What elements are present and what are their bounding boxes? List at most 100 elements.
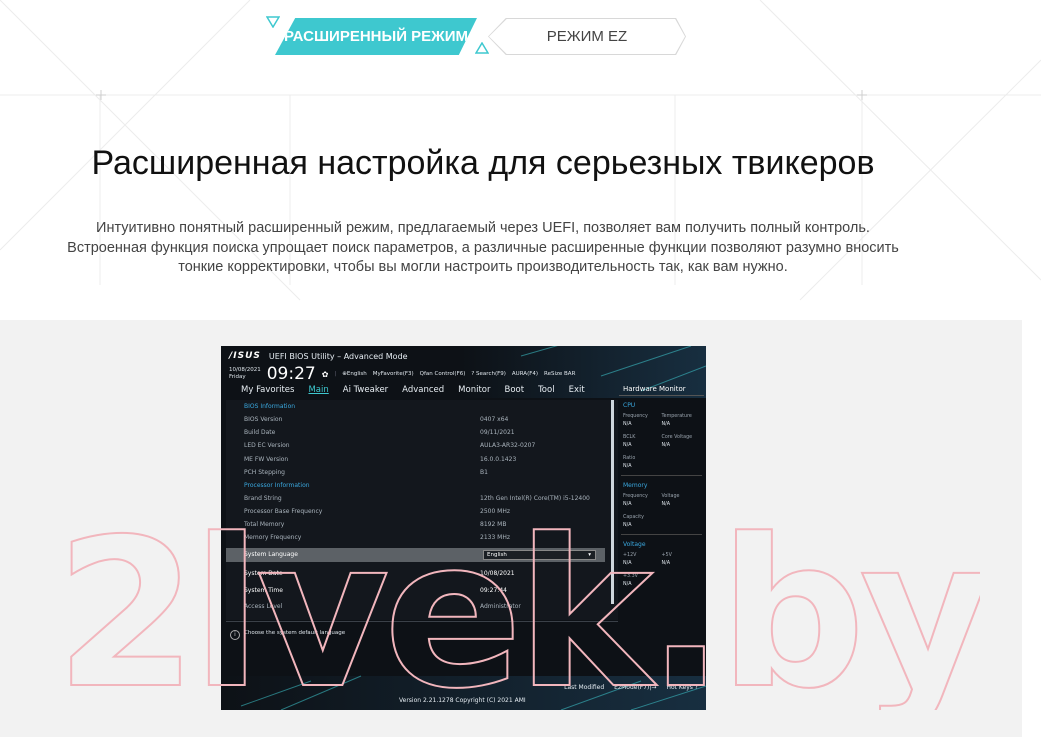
description-line: Интуитивно понятный расширенный режим, п…	[96, 220, 870, 236]
row-key: Memory Frequency	[244, 534, 302, 541]
menu-main[interactable]: Main	[308, 385, 328, 395]
row-value[interactable]: 10/08/2021	[480, 570, 515, 577]
row-key: BIOS Version	[244, 416, 283, 423]
menu-tool[interactable]: Tool	[538, 385, 555, 395]
hw-labels: Frequency Temperature	[619, 411, 704, 419]
triangle-decoration-icon	[266, 16, 280, 28]
hw-value: N/A	[623, 422, 632, 427]
hw-label: +12V	[623, 553, 637, 558]
row-key: System Date	[244, 570, 283, 577]
info-icon: i	[230, 630, 240, 640]
hw-section-cpu: CPU	[623, 402, 636, 409]
bios-row: BIOS Version 0407 x64	[244, 416, 616, 423]
hw-section-memory: Memory	[623, 482, 648, 489]
bios-weekday: Friday	[229, 374, 246, 380]
row-key: Brand String	[244, 495, 282, 502]
row-key: Access Level	[244, 603, 283, 610]
bios-footer-buttons: Last Modified EzMode(F7)|→ Hot Keys ?	[564, 684, 698, 691]
hw-labels: +3.3V	[619, 566, 704, 579]
bios-row: Build Date 09/11/2021	[244, 429, 616, 436]
hw-label: Frequency	[623, 414, 648, 419]
menu-monitor[interactable]: Monitor	[458, 385, 490, 395]
tab-advanced-label: РАСШИРЕННЫЙ РЕЖИМ	[284, 28, 468, 45]
system-date-row[interactable]: System Date 10/08/2021	[244, 570, 616, 577]
hw-label: Frequency	[623, 494, 648, 499]
bios-section-header: Processor Information	[244, 482, 616, 489]
row-value: 8192 MB	[480, 521, 507, 528]
hw-value: N/A	[623, 582, 632, 587]
bios-section-header: BIOS Information	[244, 403, 616, 410]
hw-label: Temperature	[661, 414, 692, 419]
bios-row: Brand String 12th Gen Intel(R) Core(TM) …	[244, 495, 616, 502]
hw-values: N/A	[619, 579, 704, 587]
gear-icon[interactable]: ✿	[322, 370, 329, 379]
menu-exit[interactable]: Exit	[569, 385, 585, 395]
description: Интуитивно понятный расширенный режим, п…	[0, 219, 966, 278]
bios-menu: My Favorites Main Ai Tweaker Advanced Mo…	[241, 385, 585, 395]
hw-values: N/A N/A	[619, 499, 704, 507]
hw-label: BCLK	[623, 435, 636, 440]
row-value: 12th Gen Intel(R) Core(TM) i5-12400	[480, 495, 590, 502]
hw-value: N/A	[623, 523, 632, 528]
tab-advanced-mode[interactable]: РАСШИРЕННЫЙ РЕЖИМ	[275, 18, 477, 55]
row-value: AULA3-AR32-0207	[480, 442, 536, 449]
myfavorite-button[interactable]: MyFavorite(F3)	[373, 371, 414, 377]
bios-row: ME FW Version 16.0.0.1423	[244, 456, 616, 463]
menu-ai-tweaker[interactable]: Ai Tweaker	[343, 385, 388, 395]
row-value: Administrator	[480, 603, 521, 610]
bios-row: Total Memory 8192 MB	[244, 521, 616, 528]
chevron-down-icon: ▾	[588, 552, 591, 558]
hot-keys-button[interactable]: Hot Keys ?	[666, 684, 698, 691]
hardware-monitor: Hardware Monitor CPU Frequency Temperatu…	[619, 383, 704, 673]
bios-row: PCH Stepping B1	[244, 469, 616, 476]
tab-ez-mode[interactable]: РЕЖИМ EZ	[488, 18, 686, 55]
access-level-row: Access Level Administrator	[244, 603, 616, 610]
hw-labels: +12V +5V	[619, 550, 704, 558]
hw-label: Voltage	[661, 494, 680, 499]
asus-logo: /ISUS	[229, 351, 261, 361]
row-key: ME FW Version	[244, 456, 289, 463]
bios-toolbar: 10/08/2021 Friday 09:27 ✿ | ⊕English MyF…	[229, 364, 575, 384]
row-value[interactable]: 09:27:44	[480, 587, 507, 594]
menu-boot[interactable]: Boot	[504, 385, 524, 395]
hw-value: N/A	[623, 443, 632, 448]
row-value: 2133 MHz	[480, 534, 511, 541]
hw-values: N/A N/A	[619, 440, 704, 448]
hw-value: N/A	[623, 502, 632, 507]
hardware-monitor-title: Hardware Monitor	[619, 383, 704, 396]
hw-value: N/A	[661, 561, 671, 566]
scrollbar[interactable]	[611, 400, 614, 604]
hw-values: N/A	[619, 461, 704, 469]
row-value: 16.0.0.1423	[480, 456, 517, 463]
aura-button[interactable]: AURA(F4)	[512, 371, 538, 377]
hw-values: N/A N/A	[619, 558, 704, 566]
hw-label: Ratio	[623, 456, 636, 461]
row-value: 2500 MHz	[480, 508, 511, 515]
system-time-row[interactable]: System Time 09:27:44	[244, 587, 616, 594]
row-key: Build Date	[244, 429, 276, 436]
page-title: Расширенная настройка для серьезных твик…	[91, 144, 875, 182]
row-key: System Language	[244, 551, 298, 558]
hw-label: Capacity	[623, 515, 644, 520]
hw-value: N/A	[661, 422, 671, 427]
language-dropdown[interactable]: English ▾	[483, 550, 596, 560]
last-modified-button[interactable]: Last Modified	[564, 684, 604, 691]
row-value: B1	[480, 469, 488, 476]
ezmode-button[interactable]: EzMode(F7)|→	[614, 684, 656, 691]
toolbar-divider: |	[334, 371, 337, 377]
search-button[interactable]: ? Search(F9)	[471, 371, 506, 377]
menu-my-favorites[interactable]: My Favorites	[241, 385, 294, 395]
hw-labels: BCLK Core Voltage	[619, 427, 704, 440]
tab-ez-label: РЕЖИМ EZ	[489, 19, 685, 54]
menu-advanced[interactable]: Advanced	[402, 385, 444, 395]
bios-date: 10/08/2021 Friday	[229, 367, 261, 381]
help-text: Choose the system default language	[244, 630, 346, 636]
bios-clock: 09:27	[266, 364, 316, 384]
language-button[interactable]: ⊕English	[342, 371, 366, 377]
bios-row: Memory Frequency 2133 MHz	[244, 534, 616, 541]
resize-bar-button[interactable]: ReSize BAR	[544, 371, 575, 377]
qfan-button[interactable]: Qfan Control(F6)	[420, 371, 466, 377]
row-key: Processor Information	[244, 482, 310, 489]
description-line: Встроенная функция поиска упрощает поиск…	[67, 239, 899, 256]
bios-title: UEFI BIOS Utility – Advanced Mode	[268, 351, 408, 361]
